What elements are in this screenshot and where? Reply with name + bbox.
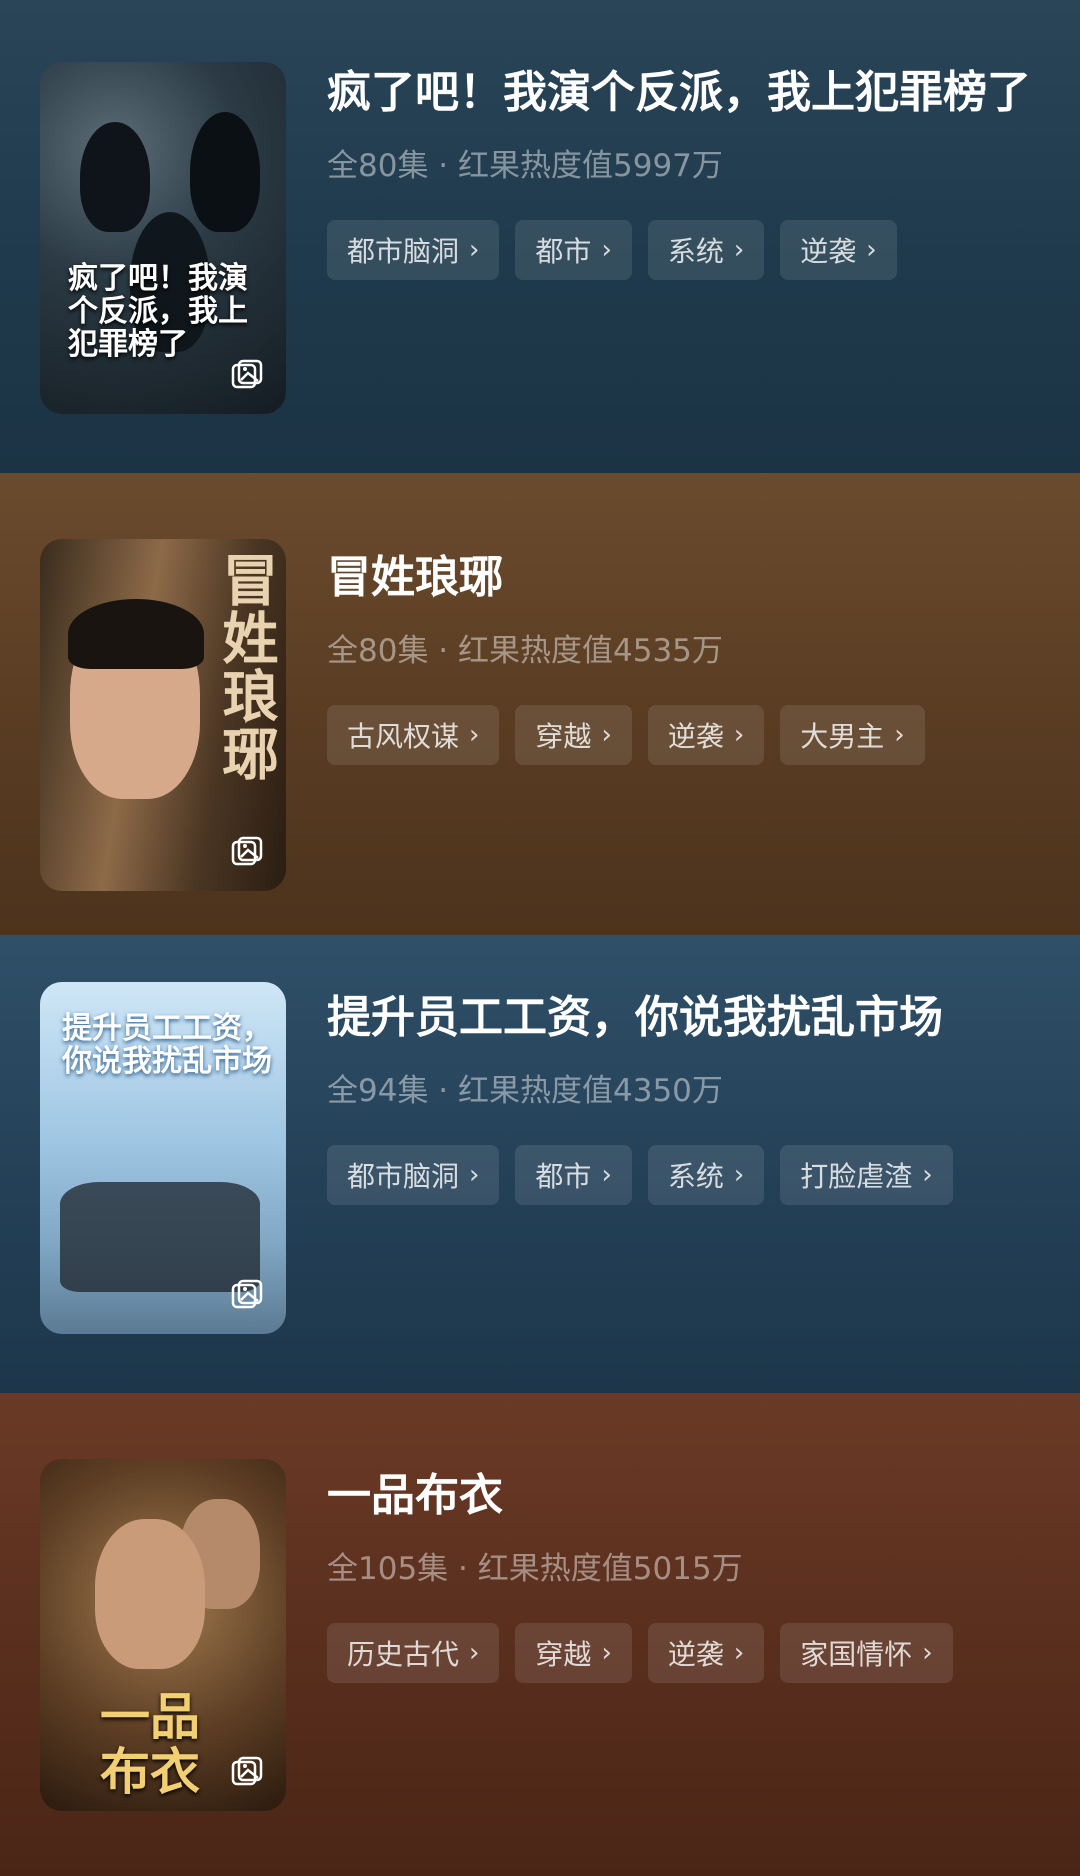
chevron-right-icon: › bbox=[469, 1160, 480, 1190]
chevron-right-icon: › bbox=[601, 720, 612, 750]
drama-meta: 全80集 · 红果热度值5997万 bbox=[327, 148, 723, 184]
drama-title[interactable]: 提升员工工资，你说我扰乱市场 bbox=[327, 987, 1047, 1049]
tag-label: 都市 bbox=[535, 235, 592, 268]
drama-info: 疯了吧！我演个反派，我上犯罪榜了 全80集 · 红果热度值5997万 都市脑洞 ›… bbox=[327, 62, 1047, 280]
tag-chip[interactable]: 逆袭 › bbox=[780, 220, 897, 280]
chevron-right-icon: › bbox=[601, 1160, 612, 1190]
tag-label: 都市脑洞 bbox=[347, 235, 460, 268]
drama-title[interactable]: 冒姓琅琊 bbox=[327, 547, 1047, 609]
drama-card[interactable]: 疯了吧！我演个反派，我上犯罪榜了 疯了吧！我演个反派，我上犯罪榜了 全80集 ·… bbox=[0, 0, 1080, 473]
tag-chip[interactable]: 穿越 › bbox=[515, 1623, 632, 1683]
image-gallery-icon bbox=[231, 359, 263, 389]
tag-chip[interactable]: 都市 › bbox=[515, 1145, 632, 1205]
tag-label: 穿越 bbox=[535, 720, 592, 753]
drama-card[interactable]: 提升员工工资，你说我扰乱市场 提升员工工资，你说我扰乱市场 全94集 · 红果热… bbox=[0, 935, 1080, 1393]
tag-chip[interactable]: 都市 › bbox=[515, 220, 632, 280]
tag-label: 大男主 bbox=[800, 720, 885, 753]
tag-label: 逆袭 bbox=[667, 1638, 724, 1671]
tag-label: 逆袭 bbox=[800, 235, 857, 268]
drama-card[interactable]: 冒姓琅琊 冒姓琅琊 全80集 · 红果热度值4535万 古风权谋 › 穿越 › 逆袭… bbox=[0, 473, 1080, 935]
poster-title-art: 疯了吧！我演个反派，我上犯罪榜了 bbox=[68, 261, 248, 362]
tag-chip[interactable]: 系统 › bbox=[647, 1145, 765, 1205]
poster-title-art: 提升员工工资，你说我扰乱市场 bbox=[62, 1011, 272, 1079]
poster-figure bbox=[95, 1519, 205, 1669]
tag-label: 都市脑洞 bbox=[347, 1160, 460, 1193]
chevron-right-icon: › bbox=[601, 235, 612, 265]
tag-list: 都市脑洞 › 都市 › 系统 › 打脸虐渣 › bbox=[327, 1145, 1047, 1205]
tag-label: 家国情怀 bbox=[800, 1638, 913, 1671]
drama-poster[interactable]: 冒姓琅琊 bbox=[40, 539, 286, 891]
tag-list: 古风权谋 › 穿越 › 逆袭 › 大男主 › bbox=[327, 705, 1047, 765]
tag-label: 系统 bbox=[667, 235, 724, 268]
tag-label: 古风权谋 bbox=[347, 720, 460, 753]
drama-poster[interactable]: 提升员工工资，你说我扰乱市场 bbox=[40, 982, 286, 1334]
tag-label: 系统 bbox=[667, 1160, 724, 1193]
drama-meta: 全94集 · 红果热度值4350万 bbox=[327, 1073, 723, 1109]
drama-info: 提升员工工资，你说我扰乱市场 全94集 · 红果热度值4350万 都市脑洞 › 都… bbox=[327, 987, 1047, 1205]
chevron-right-icon: › bbox=[733, 1638, 745, 1668]
tag-label: 打脸虐渣 bbox=[800, 1160, 913, 1193]
poster-title-art: 一品布衣 bbox=[100, 1687, 200, 1801]
drama-card[interactable]: 一品布衣 一品布衣 全105集 · 红果热度值5015万 历史古代 › 穿越 › 逆… bbox=[0, 1393, 1080, 1876]
poster-figure bbox=[80, 122, 150, 232]
tag-chip[interactable]: 家国情怀 › bbox=[780, 1623, 953, 1683]
poster-figure bbox=[60, 1182, 260, 1292]
poster-figure bbox=[68, 599, 204, 669]
chevron-right-icon: › bbox=[733, 1160, 745, 1190]
image-gallery-icon bbox=[231, 1279, 263, 1309]
tag-label: 穿越 bbox=[535, 1638, 592, 1671]
image-gallery-icon bbox=[231, 1756, 263, 1786]
drama-title[interactable]: 一品布衣 bbox=[327, 1465, 1047, 1527]
tag-chip[interactable]: 都市脑洞 › bbox=[327, 220, 500, 280]
tag-label: 都市 bbox=[535, 1160, 592, 1193]
chevron-right-icon: › bbox=[922, 1638, 933, 1668]
tag-chip[interactable]: 都市脑洞 › bbox=[327, 1145, 500, 1205]
tag-label: 逆袭 bbox=[667, 720, 724, 753]
chevron-right-icon: › bbox=[601, 1638, 612, 1668]
tag-chip[interactable]: 大男主 › bbox=[780, 705, 925, 765]
chevron-right-icon: › bbox=[469, 235, 480, 265]
drama-poster[interactable]: 一品布衣 bbox=[40, 1459, 286, 1811]
drama-title[interactable]: 疯了吧！我演个反派，我上犯罪榜了 bbox=[327, 62, 1047, 124]
poster-figure bbox=[190, 112, 260, 232]
chevron-right-icon: › bbox=[894, 720, 905, 750]
chevron-right-icon: › bbox=[866, 235, 877, 265]
chevron-right-icon: › bbox=[733, 720, 745, 750]
tag-chip[interactable]: 穿越 › bbox=[515, 705, 632, 765]
drama-info: 一品布衣 全105集 · 红果热度值5015万 历史古代 › 穿越 › 逆袭 › 家国… bbox=[327, 1465, 1047, 1683]
image-gallery-icon bbox=[231, 836, 263, 866]
poster-title-art: 冒姓琅琊 bbox=[213, 551, 279, 783]
tag-chip[interactable]: 逆袭 › bbox=[647, 1623, 765, 1683]
drama-poster[interactable]: 疯了吧！我演个反派，我上犯罪榜了 bbox=[40, 62, 286, 414]
tag-label: 历史古代 bbox=[347, 1638, 460, 1671]
chevron-right-icon: › bbox=[922, 1160, 933, 1190]
tag-list: 都市脑洞 › 都市 › 系统 › 逆袭 › bbox=[327, 220, 1047, 280]
drama-meta: 全80集 · 红果热度值4535万 bbox=[327, 633, 723, 669]
drama-meta: 全105集 · 红果热度值5015万 bbox=[327, 1551, 743, 1587]
tag-list: 历史古代 › 穿越 › 逆袭 › 家国情怀 › bbox=[327, 1623, 1047, 1683]
chevron-right-icon: › bbox=[469, 720, 480, 750]
tag-chip[interactable]: 历史古代 › bbox=[327, 1623, 500, 1683]
chevron-right-icon: › bbox=[733, 235, 745, 265]
drama-info: 冒姓琅琊 全80集 · 红果热度值4535万 古风权谋 › 穿越 › 逆袭 › 大男主… bbox=[327, 547, 1047, 765]
chevron-right-icon: › bbox=[469, 1638, 480, 1668]
tag-chip[interactable]: 古风权谋 › bbox=[327, 705, 500, 765]
tag-chip[interactable]: 系统 › bbox=[647, 220, 765, 280]
tag-chip[interactable]: 打脸虐渣 › bbox=[780, 1145, 953, 1205]
tag-chip[interactable]: 逆袭 › bbox=[647, 705, 765, 765]
